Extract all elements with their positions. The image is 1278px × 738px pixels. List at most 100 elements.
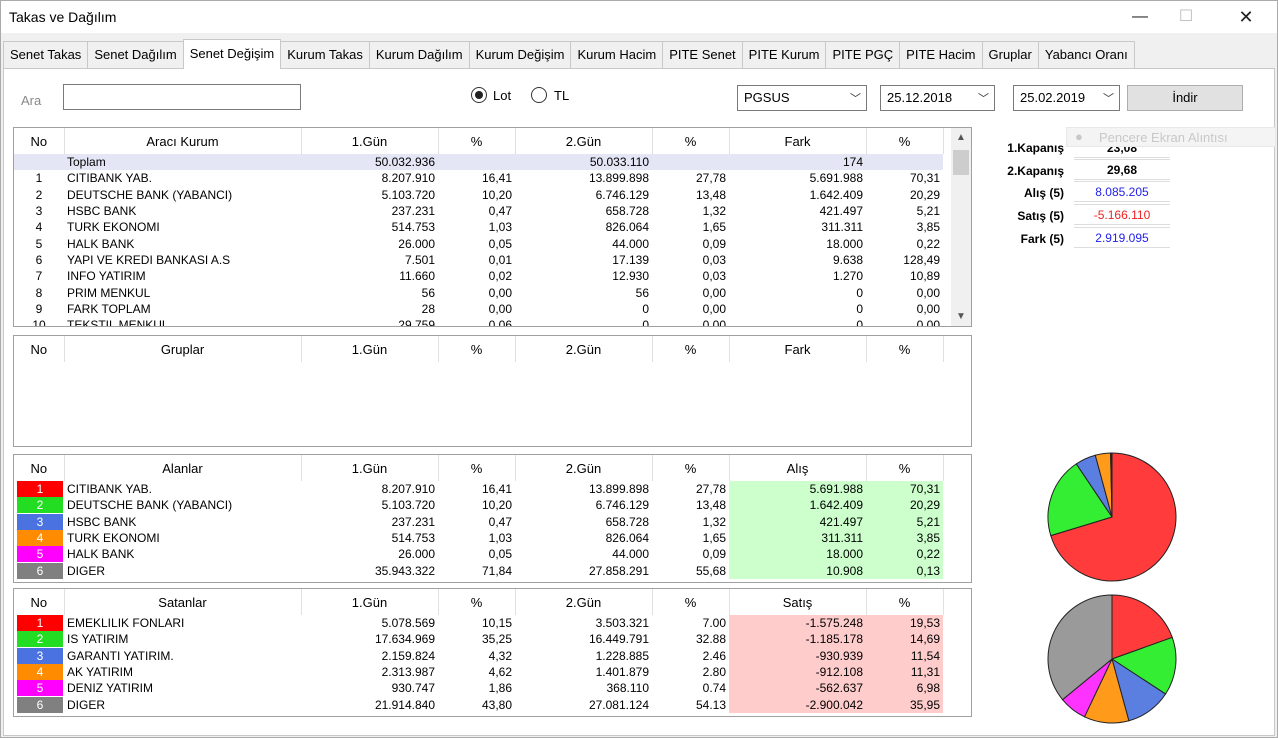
column-header[interactable]: Satış (729, 589, 867, 615)
table-cell: 3.503.321 (595, 616, 649, 631)
table-row[interactable]: 6 YAPI VE KREDI BANKASI A.S 7.501 0,01 17.13… (14, 252, 943, 268)
tab-pite-senet[interactable]: PITE Senet (662, 41, 743, 69)
tab-senet-değişim[interactable]: Senet Değişim (182, 39, 282, 69)
total-row[interactable]: Toplam 50.032.936 50.033.110 174 (14, 154, 943, 171)
table-row[interactable]: 1 CITIBANK YAB. 8.207.910 16,41 13.899.898 27… (14, 481, 943, 498)
search-input[interactable] (63, 84, 301, 110)
table-row[interactable]: 6 DIGER 21.914.840 43,80 27.081.124 54.13 -2.9… (14, 696, 943, 713)
table-cell: 0 (856, 301, 863, 316)
table-cell: INFO YATIRIM (67, 269, 146, 284)
scroll-thumb[interactable] (953, 150, 969, 175)
table-cell: 368.110 (606, 681, 650, 696)
table-cell: CITIBANK YAB. (67, 171, 152, 186)
tab-pite-hacim[interactable]: PITE Hacim (899, 41, 983, 69)
table-row[interactable]: 3 GARANTI YATIRIM. 2.159.824 4,32 1.228.885 2… (14, 647, 943, 664)
table-cell: 5.103.720 (381, 187, 435, 202)
column-header[interactable]: 1.Gün (301, 128, 439, 154)
column-header[interactable]: Fark (729, 336, 867, 362)
column-header[interactable]: % (438, 455, 516, 481)
tab-kurum-hacim[interactable]: Kurum Hacim (570, 41, 664, 69)
column-header[interactable]: % (652, 128, 730, 154)
minimize-button[interactable]: — (1117, 1, 1163, 33)
column-header[interactable]: No (14, 589, 65, 615)
tab-kurum-dağılım[interactable]: Kurum Dağılım (368, 41, 470, 69)
scroll-up-icon[interactable]: ▲ (951, 132, 971, 143)
chevron-down-icon: ﹀ (978, 93, 989, 105)
date2-picker[interactable]: 25.02.2019 ﹀ (1013, 85, 1120, 111)
column-header[interactable]: 2.Gün (515, 336, 653, 362)
color-badge: 1 (17, 615, 63, 632)
radio-tl[interactable] (531, 87, 547, 103)
column-header[interactable]: Aracı Kurum (64, 128, 302, 154)
table-row[interactable]: 5 HALK BANK 26.000 0,05 44.000 0,09 18.000 0,22 (14, 235, 943, 251)
table-row[interactable]: 4 AK YATIRIM 2.313.987 4,62 1.401.879 2.80 -91… (14, 663, 943, 681)
column-header[interactable]: No (14, 336, 65, 362)
table-cell: 421.497 (819, 204, 863, 219)
table-row[interactable]: 4 TURK EKONOMI 514.753 1,03 826.064 1,65 311.3… (14, 219, 943, 235)
table-row[interactable]: 8 PRIM MENKUL 56 0,00 56 0,00 0 0,00 (14, 284, 943, 300)
tab-pite-kurum[interactable]: PITE Kurum (741, 41, 827, 69)
indir-button[interactable]: İndir (1127, 85, 1243, 111)
column-header[interactable]: % (652, 455, 730, 481)
column-header[interactable]: 2.Gün (515, 589, 653, 615)
table-row[interactable]: 1 EMEKLILIK FONLARI 5.078.569 10,15 3.503.32… (14, 615, 943, 632)
tab-gruplar[interactable]: Gruplar (981, 41, 1039, 69)
table-row[interactable]: 6 DIGER 35.943.322 71,84 27.858.291 55,68 10.9… (14, 562, 943, 579)
column-header[interactable]: Fark (729, 128, 867, 154)
symbol-select[interactable]: PGSUS ﹀ (737, 85, 867, 111)
column-header[interactable]: 2.Gün (515, 455, 653, 481)
table-row[interactable]: 7 INFO YATIRIM 11.660 0,02 12.930 0,03 1.270 10… (14, 268, 943, 284)
tab-senet-dağılım[interactable]: Senet Dağılım (87, 41, 184, 69)
table-cell: 35,95 (866, 696, 943, 713)
table-cell: 13,48 (695, 187, 726, 202)
table-cell: 11,31 (866, 663, 943, 681)
column-header[interactable]: % (866, 336, 944, 362)
scroll-down-icon[interactable]: ▼ (951, 311, 971, 322)
table-row[interactable]: 3 HSBC BANK 237.231 0,47 658.728 1,32 421.497 5… (14, 203, 943, 219)
table-cell: 0,47 (488, 514, 512, 529)
column-header[interactable]: % (866, 589, 944, 615)
tab-kurum-değişim[interactable]: Kurum Değişim (468, 41, 572, 69)
close-button[interactable]: ✕ (1223, 1, 1269, 33)
table-row[interactable]: 1 CITIBANK YAB. 8.207.910 16,41 13.899.898 27… (14, 170, 943, 186)
column-header[interactable]: % (652, 589, 730, 615)
table-row[interactable]: 2 DEUTSCHE BANK (YABANCI) 5.103.720 10,20 6.… (14, 497, 943, 514)
tab-pite-pgç[interactable]: PITE PGÇ (825, 41, 901, 69)
column-header[interactable]: No (14, 455, 65, 481)
column-header[interactable]: Gruplar (64, 336, 302, 362)
column-header[interactable]: Satanlar (64, 589, 302, 615)
column-header[interactable]: % (438, 589, 516, 615)
table-cell: 311.311 (821, 220, 863, 235)
table-cell: 0,13 (866, 562, 943, 579)
column-header[interactable]: % (438, 336, 516, 362)
table-row[interactable]: 10 TEKSTIL MENKUL 29.759 0,06 0 0,00 0 0,00 (14, 317, 943, 326)
date1-picker[interactable]: 25.12.2018 ﹀ (880, 85, 995, 111)
table-row[interactable]: 5 HALK BANK 26.000 0,05 44.000 0,09 18.000 0,22 (14, 546, 943, 563)
column-header[interactable]: Alanlar (64, 455, 302, 481)
table-row[interactable]: 3 HSBC BANK 237.231 0,47 658.728 1,32 421.497 5… (14, 513, 943, 530)
radio-lot[interactable] (471, 87, 487, 103)
table-row[interactable]: 2 IS YATIRIM 17.634.969 35,25 16.449.791 32.8… (14, 631, 943, 648)
column-header[interactable]: 1.Gün (301, 455, 439, 481)
date1-value: 25.12.2018 (887, 90, 953, 105)
column-header[interactable]: % (438, 128, 516, 154)
maximize-button[interactable]: ☐ (1163, 1, 1209, 33)
column-header[interactable]: 2.Gün (515, 128, 653, 154)
column-header[interactable]: Alış (729, 455, 867, 481)
tab-kurum-takas[interactable]: Kurum Takas (280, 41, 370, 69)
column-header[interactable]: No (14, 128, 65, 154)
kurum-grid-scrollbar[interactable]: ▲ ▼ (951, 128, 971, 326)
tab-senet-takas[interactable]: Senet Takas (3, 41, 89, 69)
column-header[interactable]: % (866, 455, 944, 481)
table-row[interactable]: 5 DENIZ YATIRIM 930.747 1,86 368.110 0.74 -562… (14, 680, 943, 697)
table-row[interactable]: 2 DEUTSCHE BANK (YABANCI) 5.103.720 10,20 6.… (14, 187, 943, 203)
column-header[interactable]: % (866, 128, 944, 154)
tab-yabancı-oranı[interactable]: Yabancı Oranı (1037, 41, 1135, 69)
table-row[interactable]: 9 FARK TOPLAM 28 0,00 0 0,00 0 0,00 (14, 301, 943, 317)
kurum-table: No Aracı Kurum 1.Gün% 2.Gün% Fark% Toplam 50.0… (14, 128, 944, 326)
column-header[interactable]: % (652, 336, 730, 362)
column-header[interactable]: 1.Gün (301, 589, 439, 615)
column-header[interactable]: 1.Gün (301, 336, 439, 362)
table-cell: 8.207.910 (381, 171, 435, 186)
table-row[interactable]: 4 TURK EKONOMI 514.753 1,03 826.064 1,65 311.3… (14, 529, 943, 547)
